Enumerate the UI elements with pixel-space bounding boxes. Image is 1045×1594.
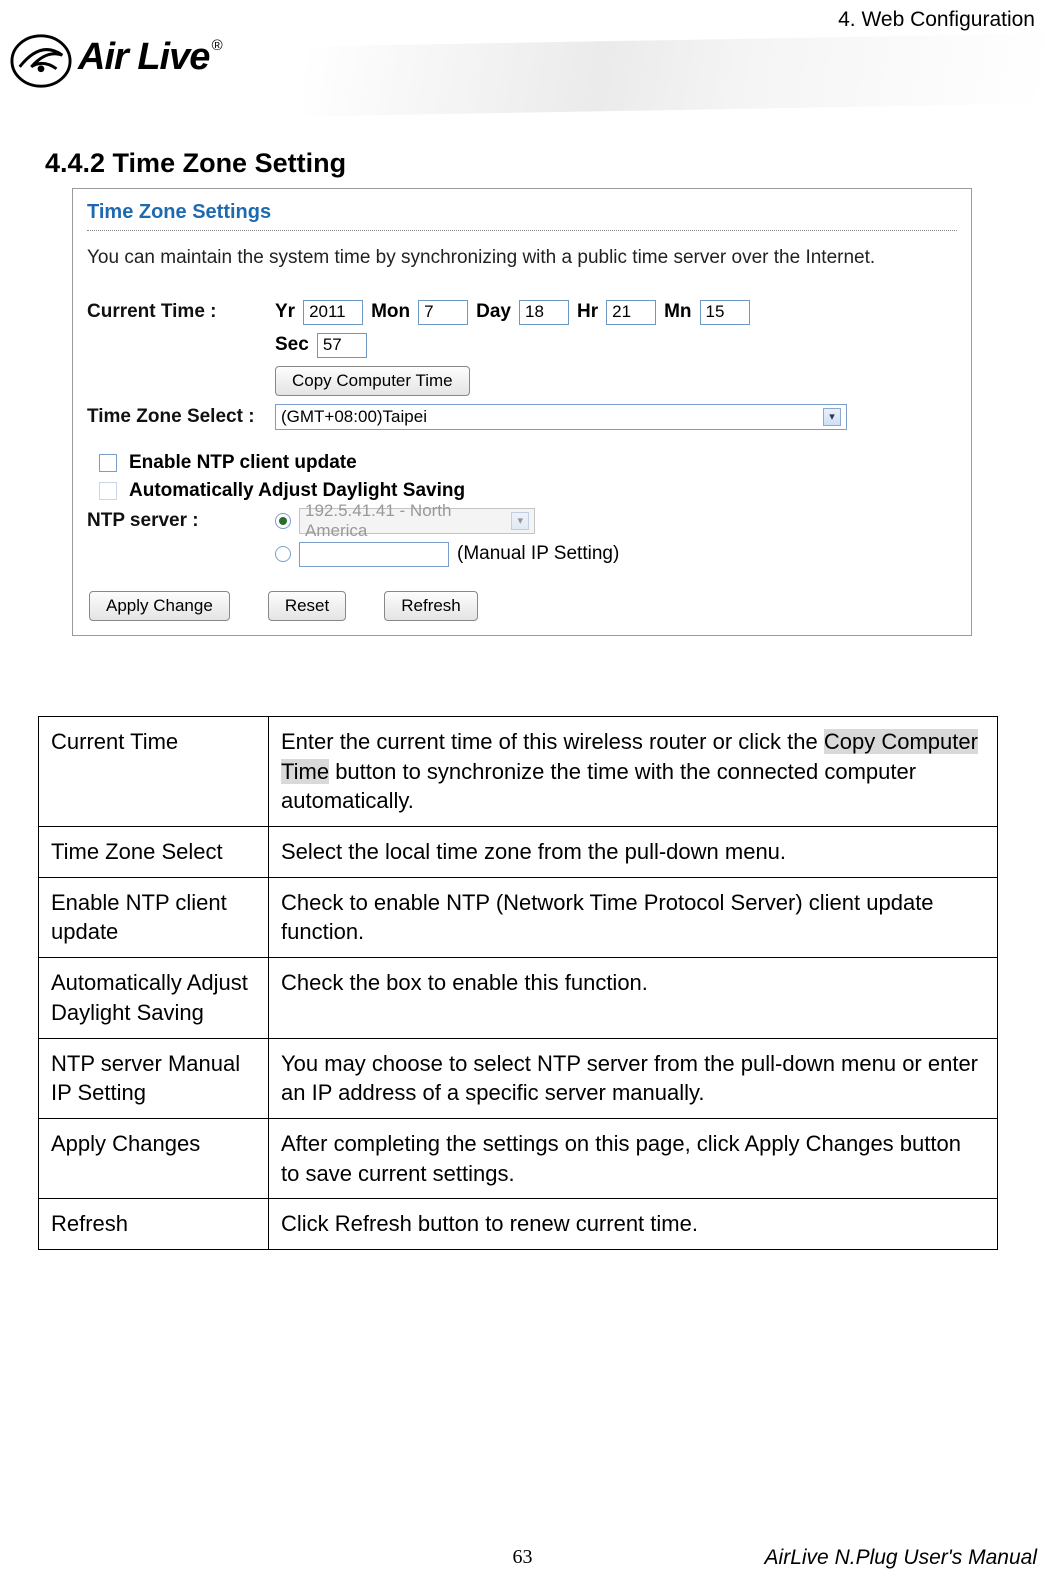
param-desc: Enter the current time of this wireless … <box>269 717 998 827</box>
mn-label: Mn <box>664 301 691 323</box>
description-table: Current Time Enter the current time of t… <box>38 716 998 1250</box>
mon-label: Mon <box>371 301 410 323</box>
header-gradient <box>305 34 1045 117</box>
timezone-row: Time Zone Select : (GMT+08:00)Taipei ▾ <box>87 404 957 430</box>
logo-swirl-icon <box>10 30 72 92</box>
table-row: NTP server Manual IP Setting You may cho… <box>39 1038 998 1118</box>
copy-time-row: Copy Computer Time <box>87 366 957 396</box>
ntp-preset-value: 192.5.41.41 - North America <box>305 501 511 541</box>
table-row: Time Zone Select Select the local time z… <box>39 827 998 878</box>
refresh-button[interactable]: Refresh <box>384 591 478 621</box>
ntp-manual-input[interactable] <box>299 542 449 567</box>
table-row: Current Time Enter the current time of t… <box>39 717 998 827</box>
ntp-preset-select[interactable]: 192.5.41.41 - North America ▾ <box>299 508 535 534</box>
screenshot-panel: Time Zone Settings You can maintain the … <box>72 188 972 636</box>
param-desc: Check to enable NTP (Network Time Protoc… <box>269 877 998 957</box>
section-heading: 4.4.2 Time Zone Setting <box>45 148 346 179</box>
panel-intro: You can maintain the system time by sync… <box>87 245 957 272</box>
yr-label: Yr <box>275 301 295 323</box>
copy-computer-time-button[interactable]: Copy Computer Time <box>275 366 470 396</box>
dst-label: Automatically Adjust Daylight Saving <box>129 480 465 502</box>
param-name: Apply Changes <box>39 1118 269 1198</box>
page: 4. Web Configuration Air Live® 4.4.2 Tim… <box>0 0 1045 1594</box>
param-name: Enable NTP client update <box>39 877 269 957</box>
ntp-preset-radio[interactable] <box>275 513 291 529</box>
param-name: Time Zone Select <box>39 827 269 878</box>
dst-checkbox[interactable] <box>99 482 117 500</box>
param-name: Current Time <box>39 717 269 827</box>
dst-row: Automatically Adjust Daylight Saving <box>99 480 957 502</box>
apply-change-button[interactable]: Apply Change <box>89 591 230 621</box>
param-desc: You may choose to select NTP server from… <box>269 1038 998 1118</box>
table-row: Enable NTP client update Check to enable… <box>39 877 998 957</box>
ntp-server-row: NTP server : 192.5.41.41 - North America… <box>87 508 957 534</box>
enable-ntp-checkbox[interactable] <box>99 454 117 472</box>
day-input[interactable] <box>519 300 569 325</box>
timezone-label: Time Zone Select : <box>87 406 267 428</box>
chevron-down-icon: ▾ <box>511 512 529 530</box>
button-row: Apply Change Reset Refresh <box>89 591 957 621</box>
ntp-manual-radio[interactable] <box>275 546 291 562</box>
logo: Air Live® <box>10 30 219 92</box>
current-time-label: Current Time : <box>87 301 267 323</box>
param-name: Automatically Adjust Daylight Saving <box>39 958 269 1038</box>
enable-ntp-row: Enable NTP client update <box>99 452 957 474</box>
registered-icon: ® <box>211 38 221 53</box>
ntp-manual-label: (Manual IP Setting) <box>457 543 619 565</box>
param-desc: After completing the settings on this pa… <box>269 1118 998 1198</box>
param-desc: Check the box to enable this function. <box>269 958 998 1038</box>
param-name: Refresh <box>39 1199 269 1250</box>
mn-input[interactable] <box>700 300 750 325</box>
current-time-row: Current Time : Yr Mon Day Hr Mn <box>87 300 957 325</box>
footer-title: AirLive N.Plug User's Manual <box>765 1546 1037 1570</box>
timezone-value: (GMT+08:00)Taipei <box>281 407 427 427</box>
param-desc: Select the local time zone from the pull… <box>269 827 998 878</box>
day-label: Day <box>476 301 511 323</box>
table-row: Automatically Adjust Daylight Saving Che… <box>39 958 998 1038</box>
enable-ntp-label: Enable NTP client update <box>129 452 357 474</box>
param-name: NTP server Manual IP Setting <box>39 1038 269 1118</box>
table-row: Apply Changes After completing the setti… <box>39 1118 998 1198</box>
timezone-select[interactable]: (GMT+08:00)Taipei ▾ <box>275 404 847 430</box>
sec-input[interactable] <box>317 333 367 358</box>
panel-title: Time Zone Settings <box>87 201 957 231</box>
table-row: Refresh Click Refresh button to renew cu… <box>39 1199 998 1250</box>
current-time-row2: Sec <box>87 333 957 358</box>
mon-input[interactable] <box>418 300 468 325</box>
param-desc: Click Refresh button to renew current ti… <box>269 1199 998 1250</box>
reset-button[interactable]: Reset <box>268 591 346 621</box>
ntp-manual-row: (Manual IP Setting) <box>87 542 957 567</box>
logo-text: Air Live® <box>78 30 219 76</box>
chevron-down-icon: ▾ <box>823 408 841 426</box>
hr-label: Hr <box>577 301 598 323</box>
breadcrumb: 4. Web Configuration <box>838 8 1035 32</box>
sec-label: Sec <box>275 334 309 356</box>
ntp-server-label: NTP server : <box>87 510 267 532</box>
yr-input[interactable] <box>303 300 363 325</box>
hr-input[interactable] <box>606 300 656 325</box>
